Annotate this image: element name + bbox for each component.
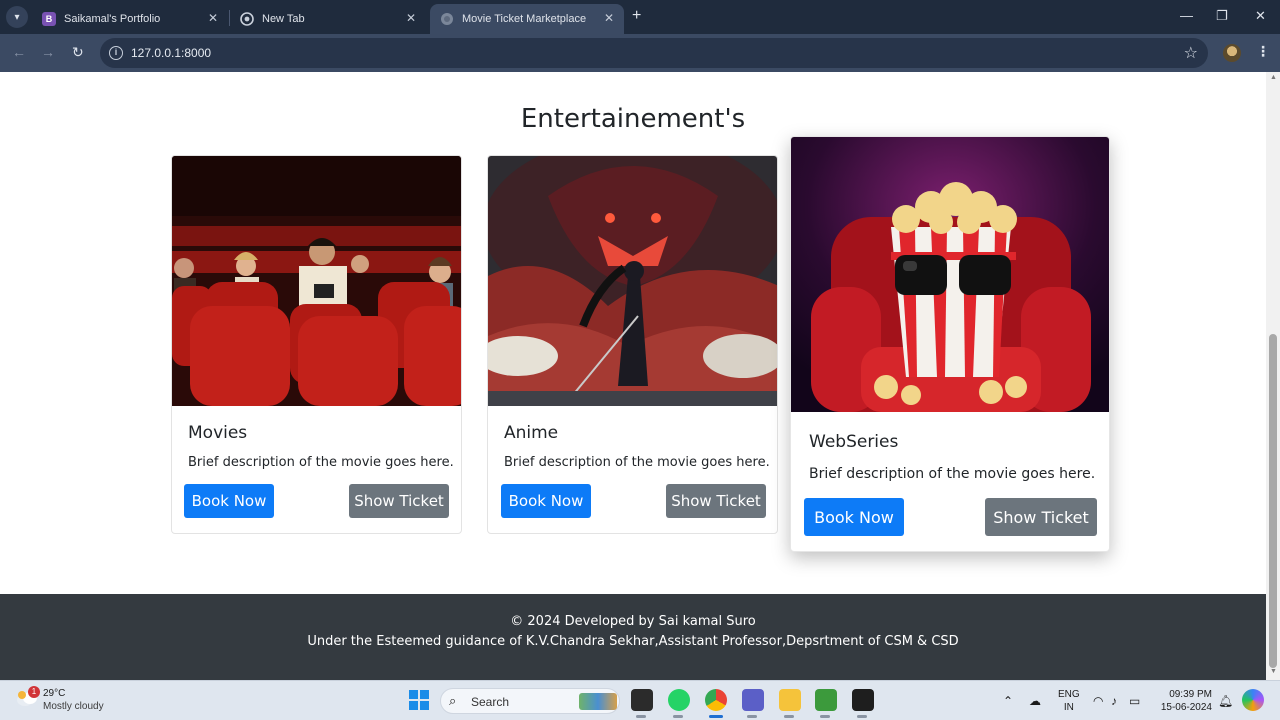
volume-icon[interactable]: ♪ [1111,694,1117,708]
onedrive-icon[interactable]: ☁ [1029,694,1041,708]
close-tab-icon[interactable]: ✕ [208,11,218,25]
page-title: Entertainement's [520,104,746,134]
language-indicator[interactable]: ENG IN [1058,688,1080,714]
book-now-button[interactable]: Book Now [804,498,904,536]
tab-title: New Tab [262,13,305,25]
card-anime: Anime Brief description of the movie goe… [487,155,778,534]
search-icon: ⌕ [449,693,457,708]
taskbar-search[interactable]: ⌕ Search [440,688,620,714]
card-webseries: WebSeries Brief description of the movie… [790,136,1110,552]
app-icon[interactable] [815,689,837,711]
tab-movie-ticket-marketplace[interactable]: Movie Ticket Marketplace ✕ [430,4,624,34]
card-title: Anime [504,423,559,443]
page-footer: © 2024 Developed by Sai kamal Suro Under… [0,594,1266,680]
address-bar[interactable]: i 127.0.0.1:8000 ☆ [100,38,1208,68]
scroll-down-arrow-icon[interactable]: ▼ [1270,668,1277,675]
tab-title: Movie Ticket Marketplace [462,13,587,25]
bookmark-star-icon[interactable]: ☆ [1184,43,1198,63]
show-ticket-button[interactable]: Show Ticket [666,484,766,518]
running-indicator [673,715,683,718]
book-now-button[interactable]: Book Now [184,484,274,518]
whatsapp-icon[interactable] [668,689,690,711]
footer-copyright: © 2024 Developed by Sai kamal Suro [510,614,756,629]
wifi-icon[interactable]: ◠ [1093,694,1103,708]
chevron-up-icon[interactable]: ⌃ [1003,694,1013,708]
card-title: Movies [188,423,248,443]
browser-tab-bar: ▾ B Saikamal's Portfolio ✕ New Tab ✕ Mov… [0,0,1280,34]
language-code: ENG [1058,689,1080,700]
search-highlight-image [579,693,617,710]
scrollbar-thumb[interactable] [1269,334,1277,668]
running-indicator [747,715,757,718]
show-ticket-button[interactable]: Show Ticket [349,484,449,518]
tab-portfolio[interactable]: B Saikamal's Portfolio ✕ [32,4,228,34]
notifications-icon[interactable]: 🔔︎ [1218,694,1233,708]
running-indicator [784,715,794,718]
notification-badge: 1 [28,686,40,698]
windows-taskbar: 1 29°C Mostly cloudy ⌕ Search ⌃ ☁ ENG IN… [0,680,1280,720]
site-info-icon[interactable]: i [109,46,123,60]
task-view-icon[interactable] [631,689,653,711]
search-placeholder: Search [471,695,510,709]
clock-time: 09:39 PM [1169,689,1212,700]
tab-list-button[interactable]: ▾ [6,6,28,28]
card-description: Brief description of the movie goes here… [504,455,770,470]
show-ticket-button[interactable]: Show Ticket [985,498,1097,536]
card-description: Brief description of the movie goes here… [809,466,1096,482]
footer-guidance: Under the Esteemed guidance of K.V.Chand… [307,634,959,649]
windows-start-icon[interactable] [408,689,430,711]
page-scrollbar[interactable]: ▲ ▼ [1266,72,1280,680]
running-indicator [857,715,867,718]
profile-avatar[interactable] [1223,44,1241,62]
forward-arrow-icon[interactable]: → [41,44,55,60]
chrome-icon[interactable] [705,689,727,711]
scroll-up-arrow-icon[interactable]: ▲ [1270,74,1277,81]
card-movies: Movies Brief description of the movie go… [171,155,462,534]
active-indicator [709,715,723,718]
region-code: IN [1063,702,1074,713]
minimize-icon[interactable]: — [1180,8,1193,23]
back-arrow-icon[interactable]: ← [12,44,26,60]
close-tab-icon[interactable]: ✕ [604,11,614,25]
movies-card-image [172,156,461,406]
url-text[interactable]: 127.0.0.1:8000 [131,46,211,60]
close-tab-icon[interactable]: ✕ [406,11,416,25]
clock-date: 15-06-2024 [1160,702,1212,713]
book-now-button[interactable]: Book Now [501,484,591,518]
running-indicator [820,715,830,718]
browser-toolbar: ← → ↻ i 127.0.0.1:8000 ☆ [0,34,1280,72]
page-viewport: Entertainement's Movies Brief descriptio… [0,72,1266,680]
weather-temperature: 29°C [43,688,66,699]
tab-title: Saikamal's Portfolio [64,13,161,25]
copilot-icon[interactable] [1242,689,1264,711]
weather-description: Mostly cloudy [43,701,104,712]
new-tab-button[interactable]: + [632,7,641,25]
system-clock[interactable]: 09:39 PM 15-06-2024 [1150,688,1212,714]
chrome-favicon-icon [240,12,254,26]
maximize-icon[interactable]: ❐ [1216,8,1228,24]
battery-icon[interactable]: ▭ [1129,694,1140,708]
running-indicator [636,715,646,718]
tab-new-tab[interactable]: New Tab ✕ [230,4,426,34]
anime-card-image [488,156,777,406]
file-explorer-icon[interactable] [779,689,801,711]
terminal-icon[interactable] [852,689,874,711]
reload-icon[interactable]: ↻ [72,44,84,61]
webseries-card-image [791,137,1109,412]
globe-favicon-icon [440,12,454,26]
chevron-down-icon: ▾ [14,11,20,23]
browser-menu-icon[interactable]: ⋮ [1256,43,1270,60]
bootstrap-favicon-icon: B [42,12,56,26]
teams-icon[interactable] [742,689,764,711]
card-description: Brief description of the movie goes here… [188,455,454,470]
close-window-icon[interactable]: ✕ [1255,8,1266,24]
card-title: WebSeries [809,432,899,452]
